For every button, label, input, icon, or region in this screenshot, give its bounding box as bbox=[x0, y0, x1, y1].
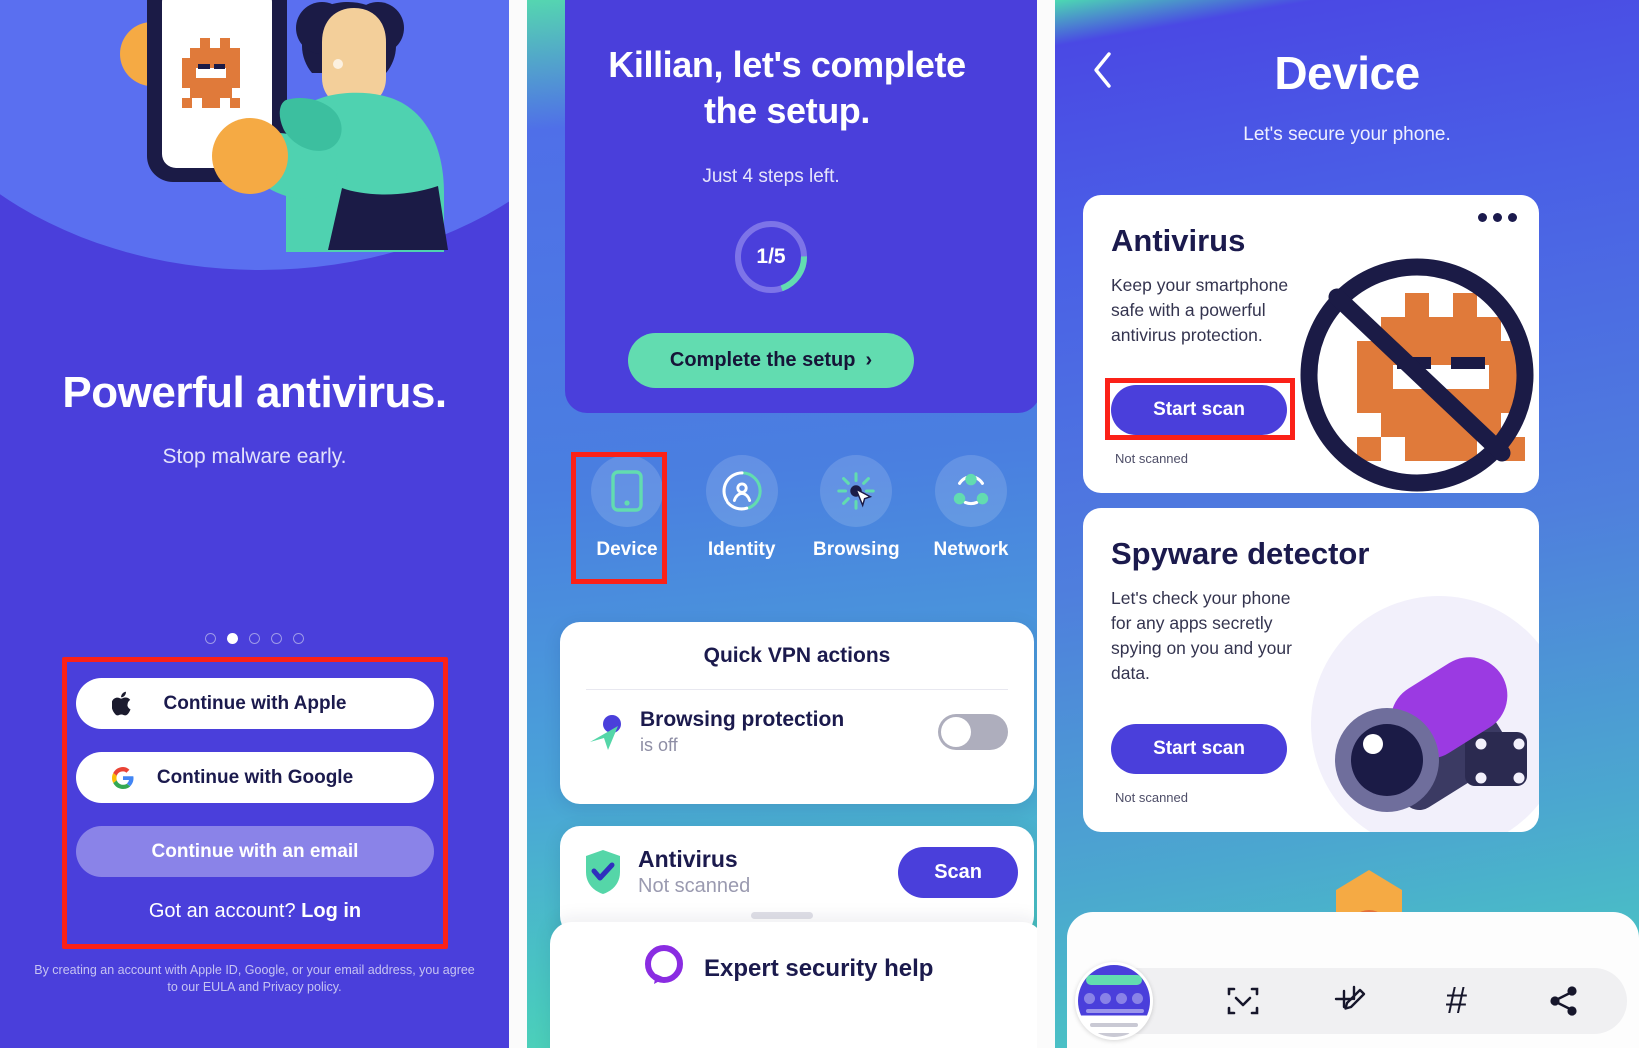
feature-icon-row: Device Identity Browsing Network bbox=[579, 455, 1019, 561]
panel-divider-1 bbox=[509, 0, 527, 1048]
panel-divider-2 bbox=[1037, 0, 1055, 1048]
antivirus-texts: Antivirus Not scanned bbox=[638, 846, 898, 898]
feature-label-device: Device bbox=[596, 539, 658, 560]
page-title: Powerful antivirus. bbox=[62, 368, 447, 417]
chevron-right-icon: › bbox=[865, 349, 873, 371]
carousel-dot[interactable] bbox=[205, 633, 216, 644]
login-prompt-row[interactable]: Got an account? Log in bbox=[76, 900, 434, 923]
no-virus-pixel-bug-illustration bbox=[1300, 258, 1534, 492]
feature-item-browsing[interactable]: Browsing bbox=[808, 455, 904, 561]
expert-help-sheet: Expert security help bbox=[550, 922, 1037, 1048]
antivirus-status: Not scanned bbox=[1115, 451, 1188, 466]
setup-cta-wrap: Complete the setup › bbox=[527, 333, 1015, 388]
feature-label-browsing: Browsing bbox=[813, 539, 900, 560]
complete-setup-button[interactable]: Complete the setup › bbox=[627, 333, 915, 388]
panel-dashboard: Killian, let's complete the setup. Just … bbox=[527, 0, 1037, 1048]
annotation-box-start-scan bbox=[1105, 378, 1295, 440]
carousel-dot[interactable] bbox=[293, 633, 304, 644]
person-holding-phone-with-virus-illustration bbox=[120, 0, 448, 252]
cursor-click-icon bbox=[820, 455, 893, 527]
hashtag-glyph: # bbox=[1445, 980, 1468, 1022]
screenshot-thumbnail-preview bbox=[1078, 965, 1150, 1037]
expert-security-help-label: Expert security help bbox=[704, 954, 934, 982]
complete-setup-label: Complete the setup bbox=[669, 349, 856, 371]
chat-bubble-icon bbox=[642, 944, 686, 993]
browsing-protection-name: Browsing protection bbox=[640, 708, 845, 731]
spyware-start-scan-button[interactable]: Start scan bbox=[1111, 724, 1287, 774]
spyware-card-title: Spyware detector bbox=[1111, 536, 1370, 571]
continue-with-apple-button[interactable]: Continue with Apple bbox=[76, 678, 434, 729]
legal-disclaimer: By creating an account with Apple ID, Go… bbox=[34, 963, 475, 994]
browsing-protection-state: is off bbox=[640, 735, 678, 755]
page-subtitle: Stop malware early. bbox=[162, 445, 347, 468]
browsing-protection-toggle[interactable] bbox=[938, 714, 1008, 750]
more-horizontal-icon[interactable] bbox=[1478, 213, 1517, 222]
panel-device-detail: Device Let's secure your phone. Antiviru… bbox=[1055, 0, 1639, 1048]
identity-person-icon bbox=[705, 455, 778, 527]
device-page-subtitle: Let's secure your phone. bbox=[1243, 124, 1451, 145]
setup-steps-left: Just 4 steps left. bbox=[702, 166, 840, 187]
markup-toolbar: # bbox=[1097, 968, 1627, 1034]
sheet-grabber[interactable] bbox=[751, 912, 813, 919]
setup-progress-ring-wrap: 1/5 bbox=[527, 218, 1015, 296]
google-icon bbox=[110, 765, 136, 791]
spyware-detector-card: Spyware detector Let's check your phone … bbox=[1083, 508, 1539, 832]
antivirus-row: Antivirus Not scanned Scan bbox=[560, 826, 1034, 898]
device-page-title: Device bbox=[1274, 47, 1420, 99]
carousel-dots[interactable] bbox=[0, 633, 509, 644]
quick-vpn-title: Quick VPN actions bbox=[703, 644, 891, 667]
carousel-dot[interactable] bbox=[249, 633, 260, 644]
toggle-knob bbox=[941, 717, 971, 747]
continue-with-email-label: Continue with an email bbox=[151, 840, 359, 862]
network-nodes-icon bbox=[934, 455, 1007, 527]
spyware-status: Not scanned bbox=[1115, 790, 1188, 805]
antivirus-scan-button[interactable]: Scan bbox=[898, 846, 1018, 898]
continue-with-apple-label: Continue with Apple bbox=[163, 692, 347, 714]
panel-onboarding: Powerful antivirus. Stop malware early. … bbox=[0, 0, 509, 1048]
hero-illustration-area bbox=[0, 0, 509, 300]
antivirus-name: Antivirus bbox=[638, 846, 738, 872]
screenshot-stage: Powerful antivirus. Stop malware early. … bbox=[0, 0, 1639, 1048]
feature-item-network[interactable]: Network bbox=[923, 455, 1019, 561]
feature-item-identity[interactable]: Identity bbox=[694, 455, 790, 561]
antivirus-state: Not scanned bbox=[638, 875, 751, 897]
setup-progress-label: 1/5 bbox=[756, 245, 786, 268]
purple-binoculars-illustration bbox=[1311, 596, 1539, 832]
feature-label-identity: Identity bbox=[707, 539, 776, 560]
carousel-dot[interactable] bbox=[271, 633, 282, 644]
browsing-protection-texts: Browsing protection is off bbox=[640, 708, 938, 756]
setup-progress-ring: 1/5 bbox=[732, 218, 810, 296]
spyware-card-description: Let's check your phone for any apps secr… bbox=[1111, 588, 1292, 683]
shield-check-icon bbox=[582, 848, 638, 896]
markup-pencil-icon[interactable] bbox=[1328, 979, 1372, 1023]
expert-security-help-row[interactable]: Expert security help bbox=[550, 922, 1037, 993]
continue-with-google-label: Continue with Google bbox=[156, 766, 354, 788]
markup-tool-icons: # bbox=[1097, 979, 1627, 1023]
login-link[interactable]: Log in bbox=[301, 900, 361, 922]
setup-headline: Killian, let's complete the setup. bbox=[608, 44, 966, 132]
share-icon[interactable] bbox=[1542, 979, 1586, 1023]
continue-with-email-button[interactable]: Continue with an email bbox=[76, 826, 434, 877]
quick-vpn-actions-card: Quick VPN actions Browsing protection is… bbox=[560, 622, 1034, 804]
screenshot-thumbnail[interactable] bbox=[1075, 962, 1153, 1040]
login-prompt-text: Got an account? bbox=[148, 900, 302, 922]
hashtag-icon[interactable]: # bbox=[1435, 979, 1479, 1023]
carousel-dot-active[interactable] bbox=[227, 633, 238, 644]
auth-button-group: Continue with Apple Continue with Google… bbox=[76, 678, 434, 923]
antivirus-detail-card: Antivirus Keep your smartphone safe with… bbox=[1083, 195, 1539, 493]
feature-label-network: Network bbox=[933, 539, 1009, 560]
feature-item-device[interactable]: Device bbox=[579, 455, 675, 561]
apple-icon bbox=[110, 691, 136, 717]
smartphone-icon bbox=[591, 455, 663, 527]
continue-with-google-button[interactable]: Continue with Google bbox=[76, 752, 434, 803]
screenshot-markup-bar: # bbox=[1067, 912, 1639, 1048]
browsing-protection-row[interactable]: Browsing protection is off bbox=[560, 690, 1034, 756]
location-arrow-icon bbox=[586, 712, 640, 752]
scan-crop-icon[interactable] bbox=[1221, 979, 1265, 1023]
antivirus-summary-card: Antivirus Not scanned Scan bbox=[560, 826, 1034, 936]
